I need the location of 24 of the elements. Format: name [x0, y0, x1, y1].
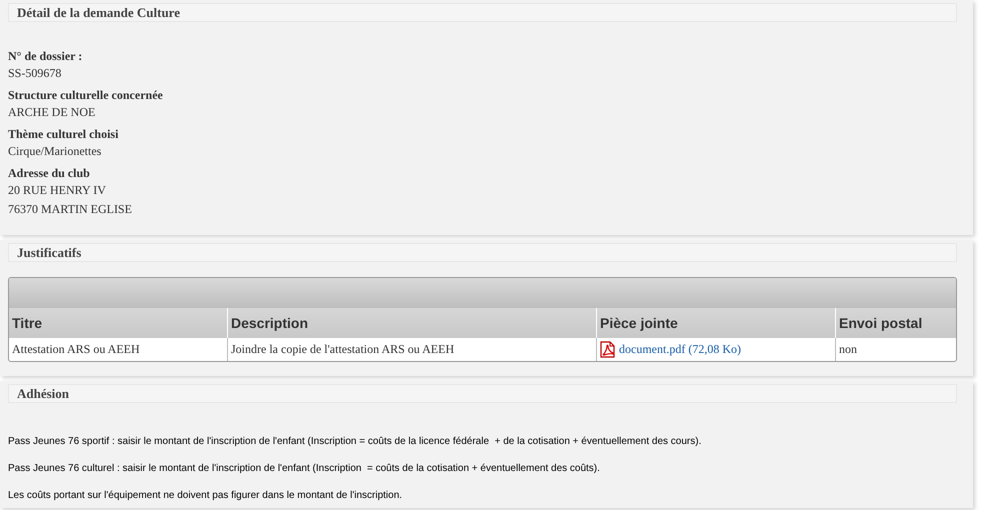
field-value: SS-509678 [8, 65, 62, 82]
column-header: Pièce jointe [596, 308, 836, 338]
field-label: N° de dossier : [8, 48, 84, 64]
section-title: Justificatifs [8, 243, 957, 262]
paragraph: Pass Jeunes 76 sportif : saisir le montant de l'inscription de l'enfant (Inscription = coûts de la licence fédérale + de la cotisation + éventuellement des cours). [8, 435, 702, 448]
field-label: Structure culturelle concernée [8, 87, 164, 103]
section-title: Adhésion [8, 384, 957, 403]
column-header: Description [228, 308, 596, 338]
pdf-file-icon [600, 341, 616, 358]
paragraph: Les coûts portant sur l'équipement ne doivent pas figurer dans le montant de l'inscription. [8, 489, 404, 502]
field-label: Thème culturel choisi [8, 126, 120, 142]
section-title: Détail de la demande Culture [8, 3, 957, 22]
attachment-link[interactable]: document.pdf (72,08 Ko) [619, 342, 741, 357]
field-value: Cirque/Marionettes [8, 143, 102, 160]
field-value: 20 RUE HENRY IV [8, 182, 107, 199]
column-header: Titre [9, 308, 228, 338]
field-value: ARCHE DE NOE [8, 104, 96, 121]
paragraph: Pass Jeunes 76 culturel : saisir le montant de l'inscription de l'enfant (Inscription = coûts de la cotisation + éventuellement des coûts). [8, 462, 601, 475]
table-cell: Attestation ARS ou AEEH [9, 338, 228, 361]
column-header: Envoi postal [836, 308, 956, 338]
table-cell: non [836, 338, 956, 361]
table-cell: Joindre la copie de l'attestation ARS ou AEEH [228, 338, 596, 361]
field-value: 76370 MARTIN EGLISE [8, 201, 133, 218]
field-label: Adresse du club [8, 165, 91, 181]
